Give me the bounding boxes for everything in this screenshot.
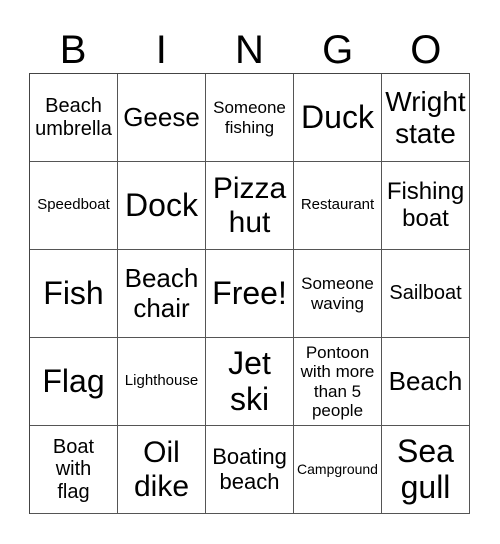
header-letter-b: B [59, 28, 87, 72]
bingo-cell[interactable]: Dock [118, 162, 206, 250]
cell-label: Jet ski [228, 344, 271, 417]
bingo-cell[interactable]: Boating beach [206, 426, 294, 514]
cell-label: Lighthouse [124, 372, 199, 390]
bingo-cell[interactable]: Jet ski [206, 338, 294, 426]
bingo-cell[interactable]: Lighthouse [118, 338, 206, 426]
cell-label: Free! [212, 274, 287, 311]
cell-label: Beach umbrella [35, 95, 112, 140]
header-letter-o: O [410, 28, 442, 72]
bingo-cell[interactable]: Someone waving [294, 250, 382, 338]
header-letter-n: N [235, 28, 264, 72]
cell-label: Boating beach [212, 443, 287, 494]
cell-label: Oil dike [133, 435, 190, 503]
cell-label: Pizza hut [212, 171, 287, 239]
bingo-cell[interactable]: Sailboat [382, 250, 470, 338]
header-letter-g: G [322, 28, 354, 72]
cell-label: Dock [125, 186, 198, 223]
bingo-cell[interactable]: Duck [294, 74, 382, 162]
cell-label: Fish [43, 274, 104, 311]
cell-label: Fishing boat [386, 177, 465, 232]
bingo-cell[interactable]: Flag [30, 338, 118, 426]
cell-label: Restaurant [300, 196, 375, 214]
cell-label: Flag [42, 362, 105, 399]
bingo-cell[interactable]: Campground [294, 426, 382, 514]
bingo-cell[interactable]: Geese [118, 74, 206, 162]
bingo-cell[interactable]: Oil dike [118, 426, 206, 514]
bingo-header: B I N G O [29, 28, 471, 72]
cell-label: Someone fishing [213, 98, 286, 137]
header-letter-i: I [155, 28, 167, 72]
cell-label: Geese [123, 101, 200, 132]
bingo-cell[interactable]: Someone fishing [206, 74, 294, 162]
bingo-cell[interactable]: Speedboat [30, 162, 118, 250]
bingo-cell[interactable]: Sea gull [382, 426, 470, 514]
bingo-cell[interactable]: Beach chair [118, 250, 206, 338]
bingo-cell[interactable]: Beach [382, 338, 470, 426]
cell-label: Campground [297, 460, 378, 477]
cell-label: Speedboat [37, 196, 110, 214]
cell-label: Sea gull [397, 432, 454, 505]
bingo-cell[interactable]: Wright state [382, 74, 470, 162]
bingo-cell[interactable]: Pizza hut [206, 162, 294, 250]
cell-label: Boat with flag [52, 435, 95, 503]
cell-label: Sailboat [389, 282, 462, 305]
cell-label: Beach [388, 365, 463, 396]
cell-label: Pontoon with more than 5 people [300, 343, 375, 420]
bingo-cell[interactable]: Fishing boat [382, 162, 470, 250]
bingo-cell[interactable]: Restaurant [294, 162, 382, 250]
bingo-cell[interactable]: Free! [206, 250, 294, 338]
cell-label: Someone waving [301, 274, 374, 313]
bingo-cell[interactable]: Fish [30, 250, 118, 338]
bingo-cell[interactable]: Boat with flag [30, 426, 118, 514]
cell-label: Beach chair [124, 263, 199, 323]
bingo-grid: Beach umbrella Geese Someone fishing Duc… [29, 73, 470, 514]
cell-label: Wright state [385, 86, 466, 149]
bingo-cell[interactable]: Pontoon with more than 5 people [294, 338, 382, 426]
bingo-cell[interactable]: Beach umbrella [30, 74, 118, 162]
cell-label: Duck [301, 98, 374, 135]
